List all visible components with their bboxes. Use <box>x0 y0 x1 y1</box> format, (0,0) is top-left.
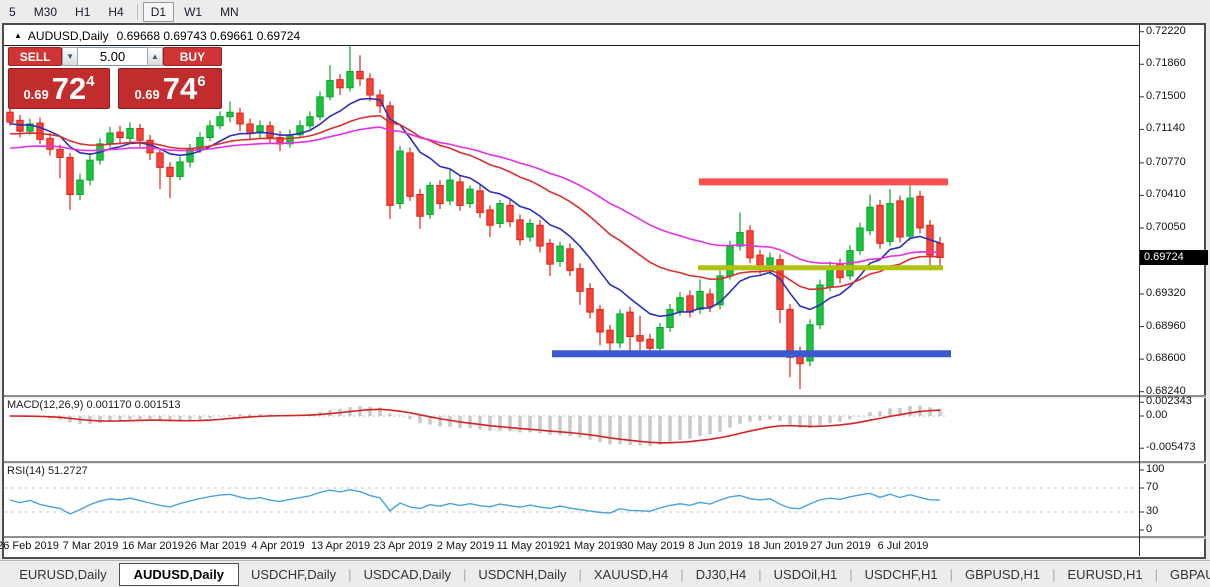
date-axis-label: 16 Mar 2019 <box>122 540 184 552</box>
rsi-axis-label: 70 <box>1146 481 1158 493</box>
rsi-value: 51.2727 <box>48 465 88 477</box>
sell-price-pips: 72 <box>52 72 86 106</box>
price-axis-label: 0.70050 <box>1146 221 1186 233</box>
date-axis-label: 11 May 2019 <box>497 540 560 552</box>
rsi-name: RSI(14) <box>7 465 45 477</box>
chart-tab-usdchf-h1[interactable]: USDCHF,H1 <box>853 564 950 585</box>
separator-main-macd[interactable] <box>4 395 1206 398</box>
chart-tab-audusd-daily[interactable]: AUDUSD,Daily <box>119 563 239 586</box>
date-axis-label: 2 May 2019 <box>437 540 494 552</box>
sell-button[interactable]: SELL <box>8 47 62 66</box>
price-axis-label: 0.72220 <box>1146 25 1186 37</box>
timeframe-button-d1[interactable]: D1 <box>143 2 174 22</box>
collapse-triangle-icon[interactable]: ▲ <box>14 31 22 40</box>
buy-price-pips: 74 <box>163 72 197 106</box>
chart-tab-eurusd-h1[interactable]: EURUSD,H1 <box>1056 564 1155 585</box>
one-click-trade-panel: SELL ▼ 5.00 ▲ BUY 0.69 72 4 0.69 74 6 <box>8 47 222 109</box>
macd-values: 0.001170 0.001513 <box>86 399 180 411</box>
date-axis-label: 7 Mar 2019 <box>63 540 119 552</box>
date-axis-label: 21 May 2019 <box>559 540 623 552</box>
macd-name: MACD(12,26,9) <box>7 399 83 411</box>
chart-tab-usdchf-daily[interactable]: USDCHF,Daily <box>239 564 348 585</box>
rsi-axis-label: 100 <box>1146 463 1164 475</box>
price-axis-label: 0.71140 <box>1146 122 1185 134</box>
buy-price-point: 6 <box>197 73 205 90</box>
date-axis-label: 13 Apr 2019 <box>311 540 370 552</box>
rsi-label: RSI(14) 51.2727 <box>7 465 88 477</box>
macd-axis-label: 0.002343 <box>1146 395 1192 407</box>
timeframe-button-mn[interactable]: MN <box>212 2 247 22</box>
date-axis-label: 8 Jun 2019 <box>688 540 742 552</box>
timeframe-toolbar: 5M30H1H4 D1W1MN <box>0 0 1210 23</box>
macd-axis-label: -0.005473 <box>1146 441 1196 453</box>
lot-decrease-button[interactable]: ▼ <box>62 47 78 66</box>
sell-price-box[interactable]: 0.69 72 4 <box>8 68 110 109</box>
date-axis-label: 30 May 2019 <box>621 540 685 552</box>
chart-ohlc-values: 0.69668 0.69743 0.69661 0.69724 <box>117 29 301 43</box>
price-axis-label: 0.70410 <box>1146 188 1186 200</box>
chart-tab-eurusd-daily[interactable]: EURUSD,Daily <box>7 564 118 585</box>
toolbar-separator <box>137 4 138 20</box>
date-axis-label: 4 Apr 2019 <box>251 540 304 552</box>
price-axis-label: 0.68600 <box>1146 352 1186 364</box>
chart-tab-usdoil-h1[interactable]: USDOil,H1 <box>762 564 850 585</box>
macd-axis-label: 0.00 <box>1146 409 1167 421</box>
date-axis-label: 26 Feb 2019 <box>0 540 59 552</box>
date-axis-label: 6 Jul 2019 <box>878 540 929 552</box>
buy-price-box[interactable]: 0.69 74 6 <box>118 68 222 109</box>
separator-macd-rsi[interactable] <box>4 461 1206 464</box>
current-price-badge: 0.69724 <box>1140 250 1208 265</box>
timeframe-button-h4[interactable]: H4 <box>100 2 131 22</box>
rsi-axis-label: 0 <box>1146 523 1152 535</box>
chart-tab-xauusd-h4[interactable]: XAUUSD,H4 <box>582 564 680 585</box>
price-axis-label: 0.71860 <box>1146 57 1186 69</box>
chart-tab-dj30-h4[interactable]: DJ30,H4 <box>684 564 759 585</box>
chart-tab-gbpaud-h1[interactable]: GBPAUD,H1 <box>1158 564 1210 585</box>
price-axis-label: 0.69320 <box>1146 287 1186 299</box>
date-axis-label: 18 Jun 2019 <box>748 540 809 552</box>
timeframe-button-w1[interactable]: W1 <box>176 2 210 22</box>
timeframe-button-5[interactable]: 5 <box>1 2 24 22</box>
timeframe-button-h1[interactable]: H1 <box>67 2 98 22</box>
buy-button[interactable]: BUY <box>163 47 222 66</box>
chart-tab-gbpusd-h1[interactable]: GBPUSD,H1 <box>953 564 1052 585</box>
price-axis-label: 0.71500 <box>1146 90 1186 102</box>
sell-price-point: 4 <box>86 73 94 90</box>
chart-title-bar: ▲ AUDUSD,Daily 0.69668 0.69743 0.69661 0… <box>4 26 1139 46</box>
price-axis-label: 0.68960 <box>1146 320 1186 332</box>
date-axis-label: 23 Apr 2019 <box>373 540 432 552</box>
date-axis-label: 26 Mar 2019 <box>185 540 247 552</box>
date-axis: 26 Feb 20197 Mar 201916 Mar 201926 Mar 2… <box>4 538 1139 556</box>
chart-symbol-label: AUDUSD,Daily <box>28 29 109 43</box>
trading-app-window: 5M30H1H4 D1W1MN ▲ AUDUSD,Daily 0.69668 0.… <box>0 0 1210 587</box>
chart-tab-bar: EURUSD,DailyAUDUSD,DailyUSDCHF,Daily|USD… <box>0 560 1210 587</box>
price-axis-label: 0.70770 <box>1146 156 1186 168</box>
price-axis-border <box>1139 25 1140 556</box>
rsi-axis-label: 30 <box>1146 505 1158 517</box>
date-axis-label: 27 Jun 2019 <box>810 540 871 552</box>
chart-tab-usdcnh-daily[interactable]: USDCNH,Daily <box>466 564 578 585</box>
lot-size-field[interactable]: 5.00 <box>78 47 147 66</box>
buy-price-base: 0.69 <box>134 87 159 102</box>
timeframe-button-m30[interactable]: M30 <box>26 2 65 22</box>
lot-increase-button[interactable]: ▲ <box>147 47 163 66</box>
sell-price-base: 0.69 <box>23 87 48 102</box>
chart-tab-usdcad-daily[interactable]: USDCAD,Daily <box>352 564 463 585</box>
macd-label: MACD(12,26,9) 0.001170 0.001513 <box>7 399 180 411</box>
